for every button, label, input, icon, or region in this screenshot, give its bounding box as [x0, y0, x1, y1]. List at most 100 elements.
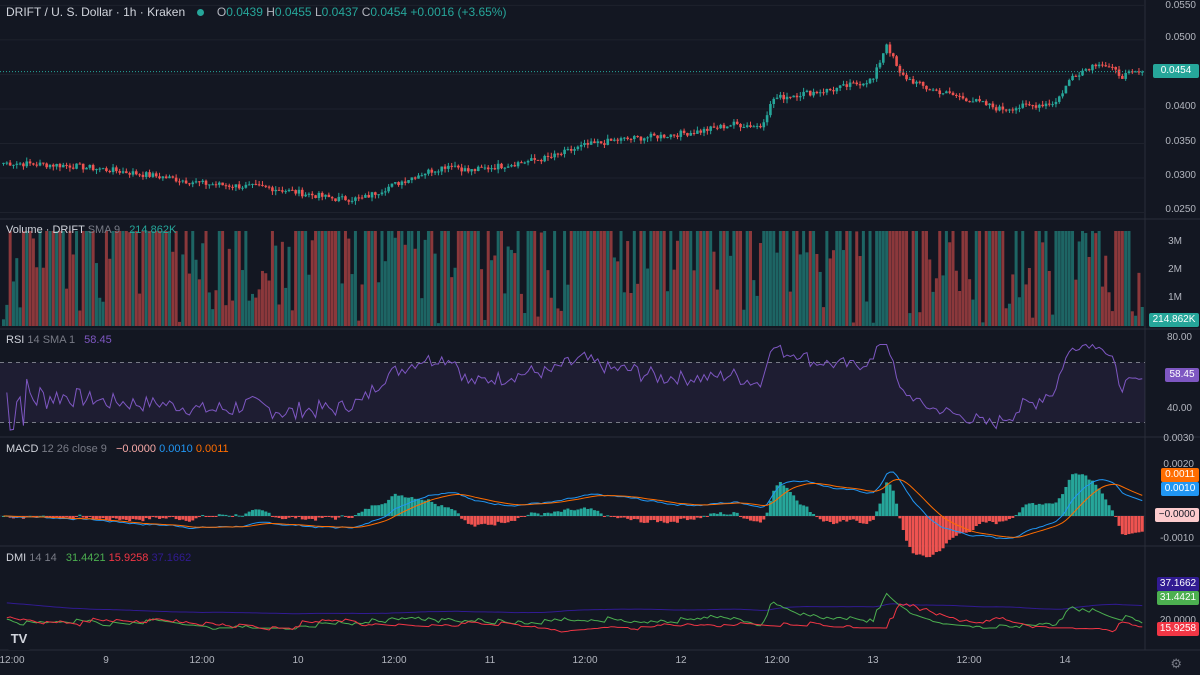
candle	[1074, 75, 1078, 77]
macd-histogram-bar	[85, 516, 88, 518]
tradingview-logo[interactable]: TV	[6, 628, 32, 650]
macd-histogram-bar	[470, 516, 474, 525]
candle	[689, 132, 693, 136]
macd-histogram-bar	[1124, 516, 1128, 536]
candle	[848, 82, 852, 87]
candle	[646, 137, 649, 139]
macd-legend-macd: 0.0010	[159, 443, 193, 455]
volume-bar	[45, 231, 49, 326]
volume-bar	[629, 292, 633, 326]
candle	[603, 143, 606, 145]
volume-bar	[327, 231, 331, 326]
dmi-legend-adx: 37.1662	[151, 552, 192, 564]
volume-bar	[2, 319, 5, 326]
candle	[61, 164, 65, 168]
volume-bar	[553, 231, 557, 326]
volume-bar	[456, 231, 460, 326]
macd-histogram-bar	[958, 516, 962, 534]
candle	[314, 195, 317, 198]
candle	[38, 162, 42, 166]
macd-histogram-bar	[1097, 488, 1101, 516]
volume-bar	[357, 320, 361, 326]
macd-histogram-bar	[911, 516, 915, 554]
volume-bar	[579, 231, 583, 326]
price-axis-label: 0.0500	[1165, 32, 1196, 43]
macd-histogram-bar	[991, 516, 995, 523]
macd-histogram-bar	[1017, 512, 1021, 516]
dmi-legend-label[interactable]: DMI	[6, 552, 26, 564]
candle	[244, 184, 248, 188]
candle	[115, 167, 118, 172]
macd-histogram-bar	[284, 516, 288, 520]
macd-histogram-bar	[941, 516, 945, 549]
candle	[350, 200, 354, 202]
candle	[154, 173, 158, 177]
candle	[1107, 66, 1111, 68]
volume-bar	[981, 322, 985, 326]
macd-histogram-bar	[559, 511, 563, 516]
candle	[935, 89, 938, 91]
macd-histogram-bar	[649, 516, 653, 521]
macd-legend-label[interactable]: MACD	[6, 443, 38, 455]
macd-histogram-bar	[908, 516, 912, 547]
candle	[994, 107, 998, 111]
volume-bar	[1084, 233, 1088, 326]
candle	[320, 192, 324, 197]
candle	[430, 169, 434, 173]
candle	[739, 123, 742, 128]
candle	[141, 174, 145, 177]
price-axis-label: 0.0350	[1165, 136, 1196, 147]
symbol-title[interactable]: DRIFT / U. S. Dollar · 1h · Kraken	[6, 5, 185, 19]
candle	[344, 196, 347, 201]
volume-bar	[689, 231, 693, 326]
candle	[340, 196, 344, 198]
volume-bar	[616, 261, 620, 326]
rsi-tag: 58.45	[1165, 368, 1199, 382]
macd-histogram-bar	[1021, 507, 1025, 516]
macd-axis-label: -0.0010	[1160, 533, 1194, 544]
volume-bar	[161, 231, 165, 326]
volume-legend-label[interactable]: Volume · DRIFT	[6, 224, 85, 236]
macd-histogram-bar	[974, 516, 978, 527]
time-axis-label: 12:00	[381, 655, 407, 666]
gear-icon[interactable]: ⚙	[1170, 656, 1182, 672]
macd-histogram-bar	[871, 516, 875, 520]
macd-histogram-bar	[539, 515, 543, 517]
candle	[81, 163, 85, 170]
macd-histogram-bar	[1011, 516, 1015, 518]
candle	[457, 165, 460, 168]
macd-histogram-bar	[456, 513, 460, 516]
chart-area[interactable]	[0, 0, 1200, 675]
volume-bar	[300, 231, 304, 326]
candle	[855, 82, 859, 85]
candle	[676, 135, 679, 137]
time-axis-label: 11	[484, 655, 496, 666]
volume-bar	[11, 281, 15, 326]
rsi-legend: RSI 14 SMA 1 58.45	[6, 334, 112, 346]
volume-bar	[543, 231, 547, 326]
volume-bar	[1007, 303, 1011, 326]
candle	[327, 194, 331, 198]
macd-histogram-bar	[300, 516, 304, 520]
rsi-legend-label[interactable]: RSI	[6, 334, 24, 346]
dmi-legend-params: 14 14	[29, 552, 57, 564]
macd-histogram-bar	[310, 516, 314, 519]
macd-histogram-bar	[363, 508, 367, 516]
macd-histogram-bar	[144, 516, 148, 519]
volume-bar	[828, 258, 832, 326]
volume-bar	[506, 246, 510, 326]
volume-bar	[954, 270, 958, 326]
volume-bar	[602, 231, 606, 326]
candle	[393, 182, 397, 184]
candle	[533, 158, 536, 160]
candle	[251, 183, 254, 185]
volume-bar	[951, 231, 955, 326]
candle	[802, 91, 805, 97]
macd-histogram-bar	[818, 516, 822, 520]
volume-bar	[320, 231, 324, 326]
volume-bar	[788, 291, 792, 326]
volume-bar	[493, 255, 497, 326]
macd-histogram-bar	[792, 495, 796, 516]
macd-histogram-bar	[486, 516, 490, 525]
macd-histogram-bar	[231, 516, 235, 517]
